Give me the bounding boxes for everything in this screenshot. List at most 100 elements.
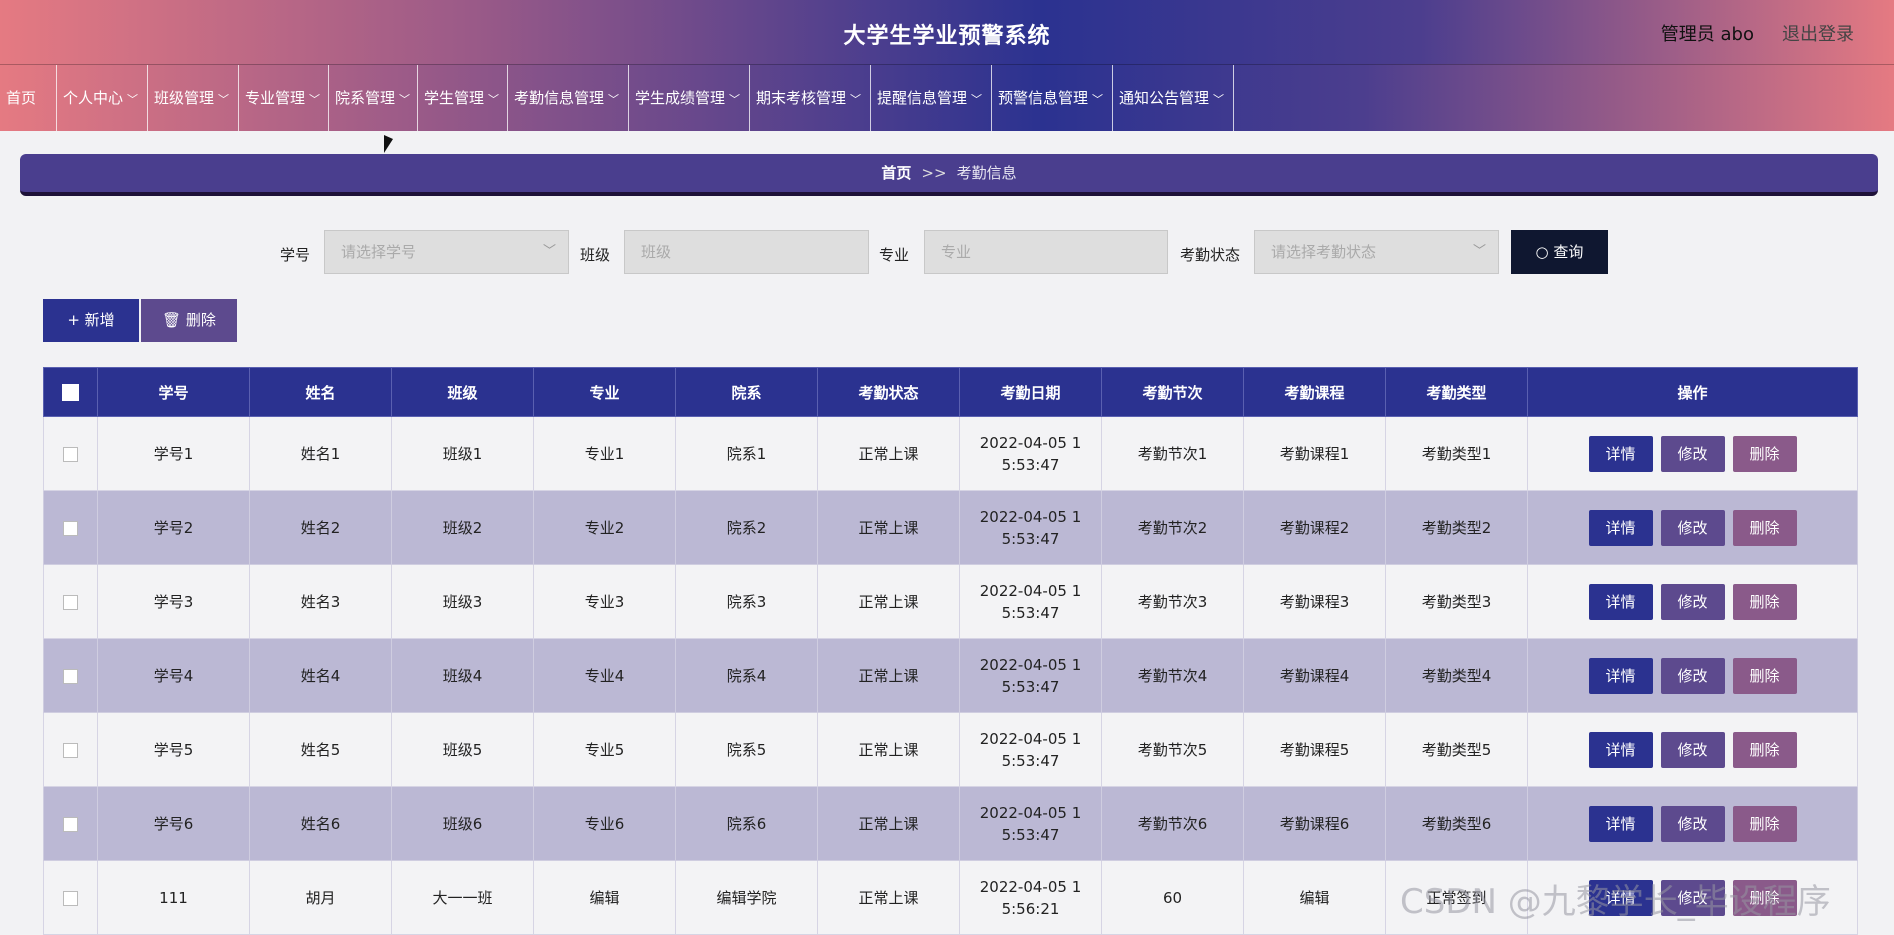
column-header[interactable]: 学号 bbox=[97, 367, 250, 417]
nav-final-exam-management[interactable]: 期末考核管理 ﹀ bbox=[750, 65, 871, 131]
type-cell: 考勤类型6 bbox=[1385, 786, 1528, 861]
row-checkbox[interactable] bbox=[63, 742, 78, 758]
date-cell: 2022-04-05 15:53:47 bbox=[959, 638, 1102, 713]
status-cell: 正常上课 bbox=[817, 712, 960, 787]
detail-button[interactable]: 详情 bbox=[1588, 435, 1653, 472]
column-header[interactable]: 考勤课程 bbox=[1243, 367, 1386, 417]
breadcrumb-separator: >> bbox=[921, 164, 947, 182]
name-cell: 姓名6 bbox=[249, 786, 392, 861]
detail-button[interactable]: 详情 bbox=[1588, 657, 1653, 694]
detail-button[interactable]: 详情 bbox=[1588, 805, 1653, 842]
column-header[interactable]: 考勤类型 bbox=[1385, 367, 1528, 417]
edit-button[interactable]: 修改 bbox=[1660, 435, 1725, 472]
nav-label: 专业管理 bbox=[245, 89, 306, 107]
row-checkbox[interactable] bbox=[63, 446, 78, 462]
edit-button[interactable]: 修改 bbox=[1660, 731, 1725, 768]
table-row: 学号1 姓名1 班级1 专业1 院系1 正常上课 2022-04-05 15:53:47 考勤… bbox=[43, 416, 1858, 491]
breadcrumb-home[interactable]: 首页 bbox=[881, 164, 911, 182]
date-cell: 2022-04-05 15:56:21 bbox=[959, 860, 1102, 935]
chevron-down-icon: ﹀ bbox=[850, 93, 862, 106]
date-cell: 2022-04-05 15:53:47 bbox=[959, 564, 1102, 639]
detail-button[interactable]: 详情 bbox=[1588, 509, 1653, 546]
status-placeholder: 请选择考勤状态 bbox=[1271, 243, 1377, 261]
student-no-cell: 学号1 bbox=[97, 416, 250, 491]
type-cell: 考勤类型4 bbox=[1385, 638, 1528, 713]
column-header[interactable]: 班级 bbox=[391, 367, 534, 417]
query-button[interactable]: ○ 查询 bbox=[1511, 230, 1608, 274]
nav-major-management[interactable]: 专业管理 ﹀ bbox=[239, 65, 329, 131]
edit-button[interactable]: 修改 bbox=[1660, 509, 1725, 546]
department-cell: 院系4 bbox=[675, 638, 818, 713]
edit-button[interactable]: 修改 bbox=[1660, 583, 1725, 620]
nav-label: 学生成绩管理 bbox=[635, 89, 726, 107]
row-checkbox[interactable] bbox=[63, 890, 78, 906]
date-cell: 2022-04-05 15:53:47 bbox=[959, 416, 1102, 491]
delete-button[interactable]: 删除 bbox=[1732, 805, 1797, 842]
row-select-cell bbox=[43, 490, 98, 565]
class-label: 班级 bbox=[580, 246, 611, 264]
name-cell: 胡月 bbox=[249, 860, 392, 935]
delete-button[interactable]: 删除 bbox=[1732, 583, 1797, 620]
date-cell: 2022-04-05 15:53:47 bbox=[959, 490, 1102, 565]
class-placeholder: 班级 bbox=[641, 243, 672, 261]
nav-label: 班级管理 bbox=[154, 89, 215, 107]
delete-button[interactable]: 删除 bbox=[1732, 435, 1797, 472]
row-checkbox[interactable] bbox=[63, 816, 78, 832]
column-header[interactable]: 专业 bbox=[533, 367, 676, 417]
delete-button[interactable]: 删除 bbox=[1732, 509, 1797, 546]
detail-button[interactable]: 详情 bbox=[1588, 583, 1653, 620]
delete-button[interactable]: 删除 bbox=[1732, 731, 1797, 768]
chevron-down-icon: ﹀ bbox=[218, 93, 230, 106]
nav-notice-management[interactable]: 通知公告管理 ﹀ bbox=[1113, 65, 1234, 131]
row-checkbox[interactable] bbox=[63, 520, 78, 536]
row-checkbox[interactable] bbox=[63, 594, 78, 610]
nav-warning-management[interactable]: 预警信息管理 ﹀ bbox=[992, 65, 1113, 131]
status-cell: 正常上课 bbox=[817, 490, 960, 565]
status-cell: 正常上课 bbox=[817, 860, 960, 935]
table-row: 学号4 姓名4 班级4 专业4 院系4 正常上课 2022-04-05 15:53:47 考勤… bbox=[43, 638, 1858, 713]
table-row: 学号3 姓名3 班级3 专业3 院系3 正常上课 2022-04-05 15:53:47 考勤… bbox=[43, 564, 1858, 639]
delete-button[interactable]: 删除 bbox=[1732, 657, 1797, 694]
nav-label: 院系管理 bbox=[335, 89, 396, 107]
name-cell: 姓名2 bbox=[249, 490, 392, 565]
department-cell: 院系3 bbox=[675, 564, 818, 639]
nav-attendance-management[interactable]: 考勤信息管理 ﹀ bbox=[508, 65, 629, 131]
nav-personal-center[interactable]: 个人中心 ﹀ bbox=[57, 65, 148, 131]
logout-link[interactable]: 退出登录 bbox=[1782, 20, 1854, 46]
row-checkbox[interactable] bbox=[63, 668, 78, 684]
chevron-down-icon: ﹀ bbox=[1213, 93, 1225, 106]
status-select[interactable]: 请选择考勤状态 ﹀ bbox=[1254, 230, 1499, 274]
nav-home[interactable]: 首页 bbox=[0, 65, 57, 131]
chevron-down-icon: ﹀ bbox=[399, 93, 411, 106]
major-cell: 编辑 bbox=[533, 860, 676, 935]
column-header[interactable]: 考勤状态 bbox=[817, 367, 960, 417]
period-cell: 考勤节次3 bbox=[1101, 564, 1244, 639]
nav-grade-management[interactable]: 学生成绩管理 ﹀ bbox=[629, 65, 750, 131]
period-cell: 考勤节次1 bbox=[1101, 416, 1244, 491]
detail-button[interactable]: 详情 bbox=[1588, 731, 1653, 768]
column-header[interactable]: 姓名 bbox=[249, 367, 392, 417]
edit-button[interactable]: 修改 bbox=[1660, 657, 1725, 694]
department-cell: 院系1 bbox=[675, 416, 818, 491]
select-all-checkbox[interactable] bbox=[62, 384, 79, 401]
column-header[interactable]: 考勤节次 bbox=[1101, 367, 1244, 417]
add-button[interactable]: + 新增 bbox=[43, 299, 139, 342]
nav-label: 提醒信息管理 bbox=[877, 89, 968, 107]
student-no-select[interactable]: 请选择学号 ﹀ bbox=[324, 230, 569, 274]
nav-student-management[interactable]: 学生管理 ﹀ bbox=[418, 65, 508, 131]
chevron-down-icon: ﹀ bbox=[1092, 93, 1104, 106]
column-header[interactable]: 院系 bbox=[675, 367, 818, 417]
nav-reminder-management[interactable]: 提醒信息管理 ﹀ bbox=[871, 65, 992, 131]
major-input[interactable]: 专业 bbox=[924, 230, 1168, 274]
nav-class-management[interactable]: 班级管理 ﹀ bbox=[148, 65, 239, 131]
batch-delete-button[interactable]: 🗑 删除 bbox=[141, 299, 237, 342]
department-cell: 院系2 bbox=[675, 490, 818, 565]
nav-department-management[interactable]: 院系管理 ﹀ bbox=[329, 65, 418, 131]
class-cell: 班级4 bbox=[391, 638, 534, 713]
class-input[interactable]: 班级 bbox=[624, 230, 869, 274]
column-header[interactable]: 考勤日期 bbox=[959, 367, 1102, 417]
major-cell: 专业2 bbox=[533, 490, 676, 565]
edit-button[interactable]: 修改 bbox=[1660, 805, 1725, 842]
student-no-cell: 学号3 bbox=[97, 564, 250, 639]
chevron-down-icon: ﹀ bbox=[608, 93, 620, 106]
